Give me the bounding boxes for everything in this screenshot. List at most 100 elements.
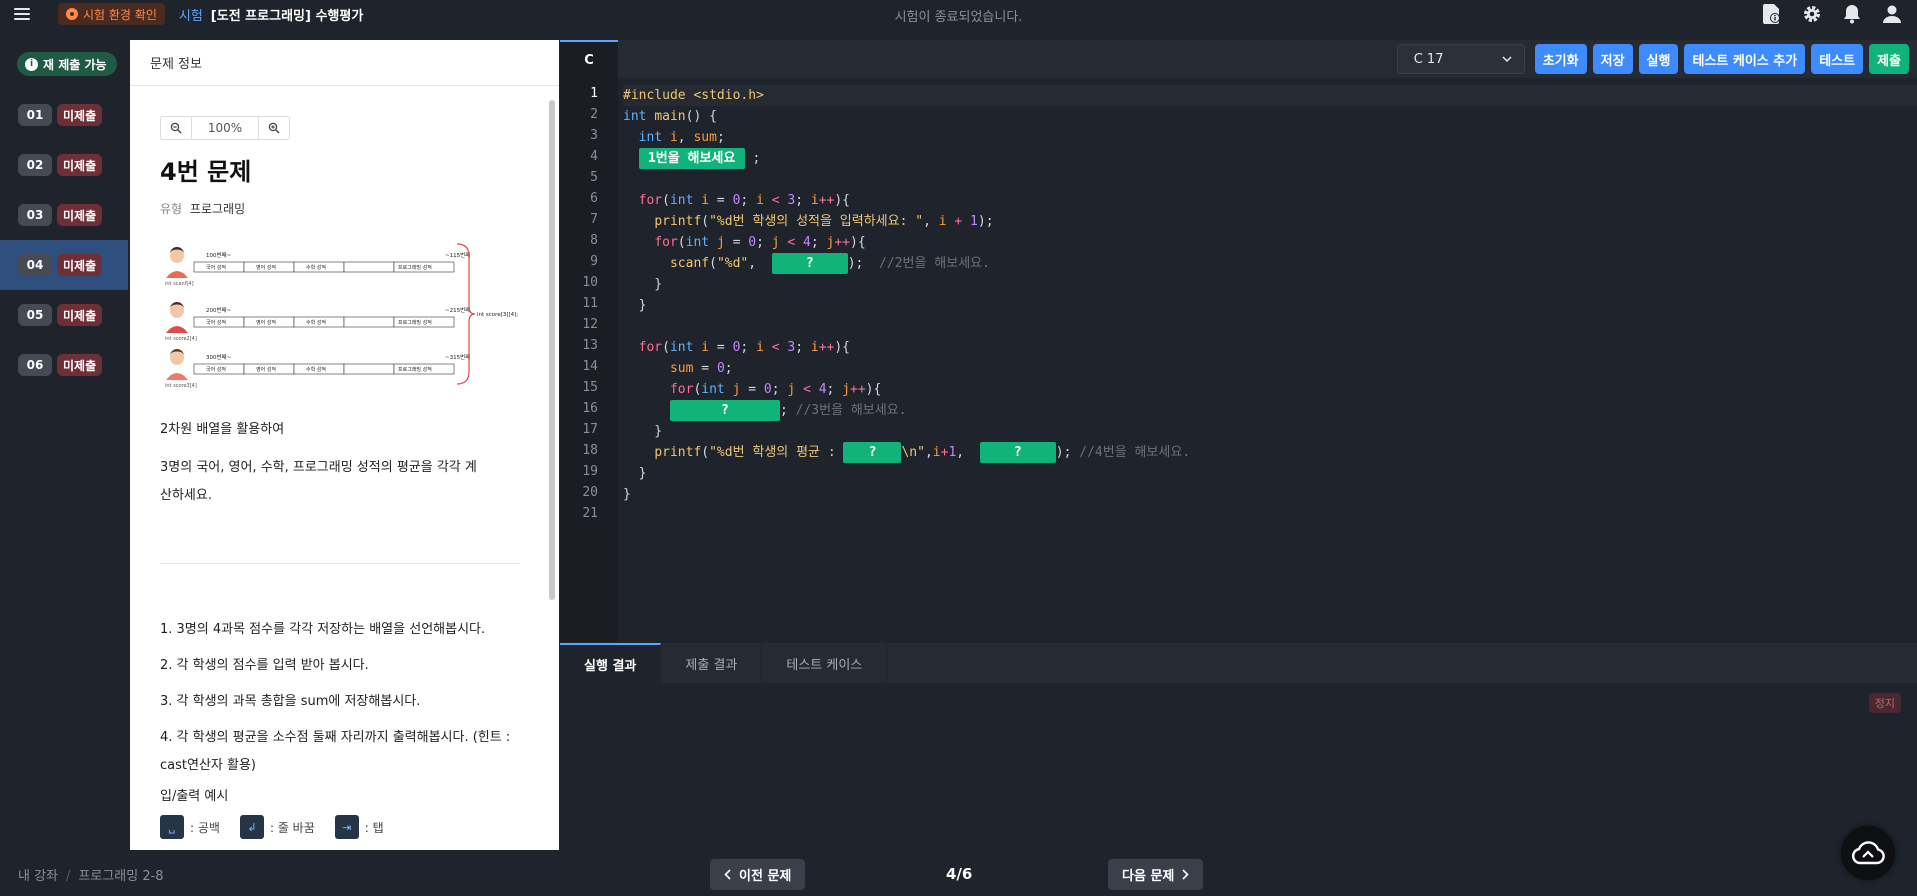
blank-4b-field[interactable]: ? xyxy=(979,442,1056,463)
document-info-icon[interactable] xyxy=(1761,3,1783,25)
cloud-sync-icon[interactable] xyxy=(1841,826,1895,880)
problem-scrollbar[interactable] xyxy=(549,100,555,600)
row3-var-label: int score3[4] xyxy=(165,383,197,389)
add-testcase-button[interactable]: 테스트 케이스 추가 xyxy=(1684,44,1806,74)
tab-submit-result[interactable]: 제출 결과 xyxy=(661,643,763,683)
code-line-6: for(int i = 0; i < 3; i++){ xyxy=(638,193,851,208)
zoom-control: 100% xyxy=(160,116,290,140)
cell-math: 수학 성적 xyxy=(306,319,326,326)
cell-math: 수학 성적 xyxy=(306,264,326,271)
question-number: 04 xyxy=(18,254,52,276)
gear-icon[interactable] xyxy=(1801,3,1823,25)
code-line-2: int main() { xyxy=(623,109,717,124)
question-item-06[interactable]: 06 미제출 xyxy=(0,340,128,390)
line-number: 4 xyxy=(590,149,598,164)
question-item-03[interactable]: 03 미제출 xyxy=(0,190,128,240)
chevron-down-icon xyxy=(1502,56,1512,62)
io-example-label: 입/출력 예시 xyxy=(160,789,229,804)
question-item-01[interactable]: 01 미제출 xyxy=(0,90,128,140)
code-line-19: } xyxy=(623,466,647,481)
problem-type-value: 프로그래밍 xyxy=(189,202,246,216)
submit-button[interactable]: 제출 xyxy=(1869,44,1909,74)
line-number: 19 xyxy=(582,464,598,479)
zoom-out-icon[interactable] xyxy=(161,117,191,139)
whitespace-legend: ␣ : 공백 ↲ : 줄 바꿈 ⇥ : 탭 xyxy=(160,815,384,839)
next-question-button[interactable]: 다음 문제 xyxy=(1108,859,1204,890)
code-line-17: } xyxy=(623,424,663,439)
code-line-20: } xyxy=(623,487,631,502)
question-item-02[interactable]: 02 미제출 xyxy=(0,140,128,190)
tab-run-result[interactable]: 실행 결과 xyxy=(560,643,662,683)
line-number: 7 xyxy=(590,212,598,227)
stop-button[interactable]: 정지 xyxy=(1868,693,1901,713)
breadcrumb-course[interactable]: 프로그래밍 2-8 xyxy=(78,869,163,884)
problem-panel: 문제 정보 100% 4번 문제 유형 프로그래밍 int scanf[4] 1… xyxy=(130,40,559,850)
problem-desc-2: 3명의 국어, 영어, 수학, 프로그래밍 성적의 평균을 각각 계산하세요. xyxy=(160,460,477,503)
question-status-badge: 미제출 xyxy=(57,104,103,126)
env-check-label: 시험 환경 확인 xyxy=(83,7,157,22)
zoom-in-icon[interactable] xyxy=(259,117,289,139)
question-pager: 4/6 xyxy=(946,865,973,883)
breadcrumb-my-course[interactable]: 내 강좌 xyxy=(18,869,58,884)
question-status-badge: 미제출 xyxy=(57,354,103,376)
line-number: 16 xyxy=(582,401,598,416)
env-check-button[interactable]: 시험 환경 확인 xyxy=(58,3,165,25)
zoom-level: 100% xyxy=(191,117,259,139)
line-number: 6 xyxy=(590,191,598,206)
step-3: 3. 각 학생의 과목 총합을 sum에 저장해봅시다. xyxy=(160,694,421,709)
run-button[interactable]: 실행 xyxy=(1638,44,1679,74)
blank-1-field[interactable]: 1번을 해보세요 xyxy=(638,148,745,169)
cell-korean: 국어 성적 xyxy=(206,319,226,326)
line-number: 5 xyxy=(590,170,598,185)
question-item-04[interactable]: 04 미제출 xyxy=(0,240,128,290)
newline-key-icon: ↲ xyxy=(239,815,264,839)
language-select[interactable]: C 17 xyxy=(1396,44,1525,74)
tab-test-cases[interactable]: 테스트 케이스 xyxy=(762,643,888,683)
breadcrumb-exam[interactable]: 시험 xyxy=(179,5,203,24)
breadcrumb: 내 강좌 / 프로그래밍 2-8 xyxy=(18,869,164,884)
question-number: 01 xyxy=(18,104,52,126)
reset-button[interactable]: 초기화 xyxy=(1534,44,1587,74)
question-item-05[interactable]: 05 미제출 xyxy=(0,290,128,340)
user-icon[interactable] xyxy=(1881,3,1903,25)
line-number: 9 xyxy=(590,254,598,269)
array-brace xyxy=(456,243,476,385)
cell-korean: 국어 성적 xyxy=(206,264,226,271)
cell-korean: 국어 성적 xyxy=(206,366,226,373)
code-area[interactable]: #include <stdio.h> int main() { int i, s… xyxy=(623,78,1917,642)
menu-icon[interactable] xyxy=(14,8,42,20)
code-editor: C C 17 초기화 저장 실행 테스트 케이스 추가 테스트 제출 1 2 3… xyxy=(560,40,1917,642)
line-number: 18 xyxy=(582,443,598,458)
question-number: 03 xyxy=(18,204,52,226)
editor-tabstrip: C 17 초기화 저장 실행 테스트 케이스 추가 테스트 제출 xyxy=(618,40,1917,78)
line-number: 20 xyxy=(582,485,598,500)
line-number: 13 xyxy=(582,338,598,353)
prev-question-button[interactable]: 이전 문제 xyxy=(710,859,806,890)
code-line-4: 1번을 해보세요 ; xyxy=(623,148,760,169)
line-number: 21 xyxy=(582,506,598,521)
test-button[interactable]: 테스트 xyxy=(1811,44,1864,74)
cell-english: 영어 성적 xyxy=(256,366,276,373)
question-sidebar: i 재 제출 가능 01 미제출 02 미제출 03 미제출 04 미제출 05… xyxy=(0,40,128,848)
blank-2-field[interactable]: ? xyxy=(771,253,848,274)
cell-programming: 프로그래밍 성적 xyxy=(398,264,432,271)
prev-question-label: 이전 문제 xyxy=(739,869,792,884)
blank-4a-field[interactable]: ? xyxy=(843,442,902,463)
bell-icon[interactable] xyxy=(1841,3,1863,25)
cell-programming: 프로그래밍 성적 xyxy=(398,366,432,373)
cell-programming: 프로그래밍 성적 xyxy=(398,319,432,326)
student-row-2: int score2[4] 200번째~ ~215번째 국어 성적 영어 성적 … xyxy=(165,302,470,342)
cell-math: 수학 성적 xyxy=(306,366,326,373)
line-number: 12 xyxy=(582,317,598,332)
blank-3-field[interactable]: ? xyxy=(669,400,780,421)
line-number: 8 xyxy=(590,233,598,248)
save-button[interactable]: 저장 xyxy=(1592,44,1633,74)
question-status-badge: 미제출 xyxy=(57,154,103,176)
file-tab-c[interactable]: C xyxy=(560,40,618,78)
problem-info-header: 문제 정보 xyxy=(130,40,559,86)
question-number: 06 xyxy=(18,354,52,376)
code-line-15: for(int j = 0; j < 4; j++){ xyxy=(669,382,882,397)
page-title: [도전 프로그래밍] 수행평가 xyxy=(210,8,364,24)
row3-start-label: 300번째~ xyxy=(206,353,232,361)
row2-start-label: 200번째~ xyxy=(206,306,232,314)
